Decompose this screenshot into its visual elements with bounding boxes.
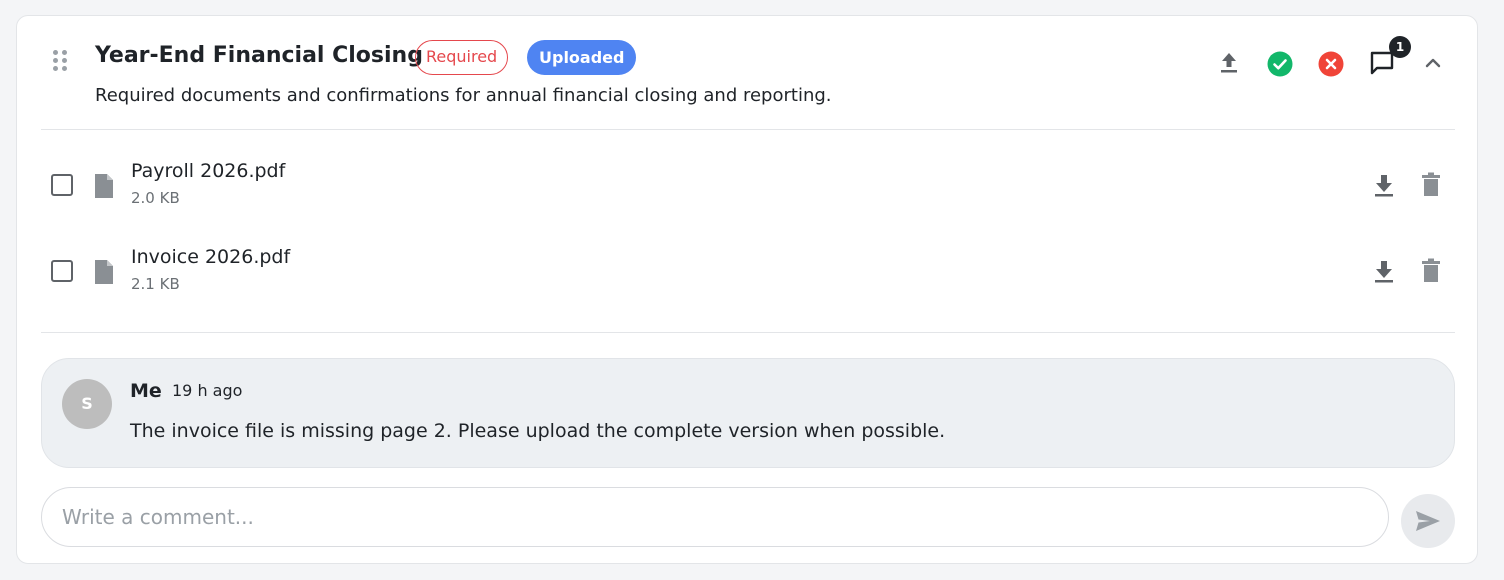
comment-author: Me: [130, 380, 162, 402]
file-select-checkbox[interactable]: [51, 260, 73, 282]
approve-check-icon[interactable]: [1266, 50, 1294, 78]
files-divider: [41, 332, 1455, 333]
file-icon: [93, 258, 115, 290]
file-row: Invoice 2026.pdf 2.1 KB: [41, 238, 1455, 308]
file-icon: [93, 172, 115, 204]
file-size: 2.1 KB: [131, 275, 180, 293]
download-icon[interactable]: [1373, 258, 1395, 288]
file-name[interactable]: Invoice 2026.pdf: [131, 246, 290, 268]
file-row: Payroll 2026.pdf 2.0 KB: [41, 152, 1455, 222]
document-request-card: Year-End Financial Closing Required Uplo…: [16, 15, 1478, 564]
file-size: 2.0 KB: [131, 189, 180, 207]
reject-x-icon[interactable]: [1317, 50, 1345, 78]
file-select-checkbox[interactable]: [51, 174, 73, 196]
item-description: Required documents and confirmations for…: [95, 85, 832, 106]
delete-trash-icon[interactable]: [1421, 172, 1441, 202]
item-title: Year-End Financial Closing: [95, 43, 423, 68]
upload-icon[interactable]: [1217, 50, 1241, 76]
delete-trash-icon[interactable]: [1421, 258, 1441, 288]
send-icon: [1414, 509, 1442, 533]
header-divider: [41, 129, 1455, 130]
comment-count-badge: 1: [1389, 36, 1411, 58]
avatar: S: [62, 379, 112, 429]
download-icon[interactable]: [1373, 172, 1395, 202]
required-badge: Required: [415, 40, 509, 75]
chevron-up-icon[interactable]: [1421, 51, 1445, 75]
comment-item: S Me 19 h ago The invoice file is missin…: [41, 358, 1455, 468]
comment-text: The invoice file is missing page 2. Plea…: [130, 420, 946, 442]
send-button[interactable]: [1401, 494, 1455, 548]
comment-input[interactable]: [41, 487, 1389, 547]
drag-handle-icon[interactable]: [53, 50, 67, 71]
file-name[interactable]: Payroll 2026.pdf: [131, 160, 285, 182]
comment-timestamp: 19 h ago: [172, 381, 243, 400]
uploaded-status-badge: Uploaded: [527, 40, 637, 75]
